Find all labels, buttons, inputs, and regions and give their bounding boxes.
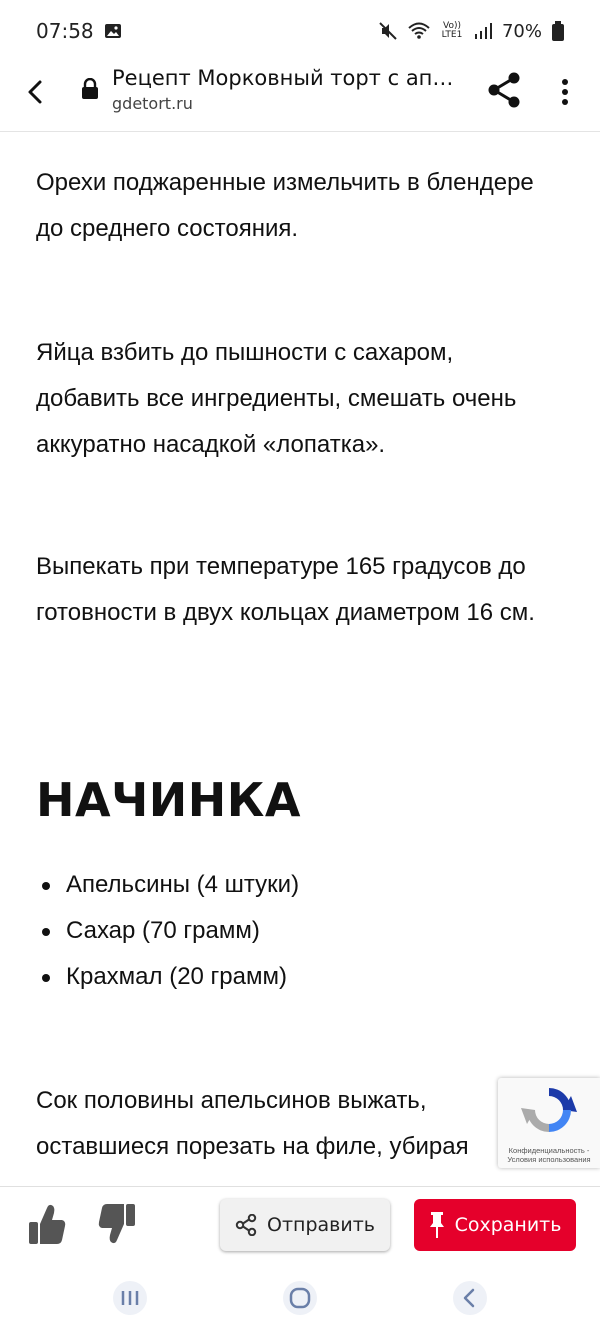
recaptcha-badge[interactable]: Конфиденциальность - Условия использован… (498, 1078, 600, 1168)
header-share-button[interactable] (486, 70, 522, 110)
wifi-icon (408, 22, 430, 40)
paragraph-eggs: Яйца взбить до пышности с сахаром, добав… (36, 339, 517, 458)
browser-header: Рецепт Морковный торт с апел... gdetort.… (0, 62, 600, 132)
ingredients-list: Апельсины (4 штуки) Сахар (70 грамм) Кра… (36, 862, 299, 1000)
status-bar: 07:58 Vo)) LTE1 70% (0, 0, 600, 62)
status-left: 07:58 (36, 19, 122, 43)
battery-percent: 70% (501, 20, 542, 42)
back-button[interactable] (20, 74, 50, 110)
back-icon (453, 1281, 487, 1315)
mute-icon (378, 21, 398, 41)
home-button[interactable] (280, 1280, 320, 1316)
thumbs-down-icon (98, 1204, 135, 1244)
share-icon (488, 72, 520, 108)
lock-icon (80, 77, 100, 104)
thumbs-up-icon (29, 1204, 66, 1244)
save-button-label: Сохранить (454, 1214, 562, 1236)
share-icon (235, 1214, 257, 1236)
recaptcha-icon (521, 1088, 577, 1132)
more-vertical-icon (562, 79, 568, 105)
volte-icon: Vo)) LTE1 (441, 21, 463, 40)
paragraph-line: оставшиеся порезать на филе, убирая (36, 1133, 469, 1160)
signal-icon (474, 23, 492, 39)
recents-button[interactable] (110, 1280, 150, 1316)
more-options-button[interactable] (555, 72, 575, 112)
dislike-button[interactable] (94, 1199, 140, 1249)
battery-icon (552, 21, 564, 41)
recents-icon (113, 1281, 147, 1315)
system-back-button[interactable] (450, 1280, 490, 1316)
status-right: Vo)) LTE1 70% (378, 21, 564, 42)
gallery-icon (104, 22, 122, 40)
header-titles[interactable]: Рецепт Морковный торт с апел... gdetort.… (112, 66, 472, 113)
paragraph-nuts: Орехи поджаренные измельчить в блендере … (36, 169, 534, 242)
page-title: Рецепт Морковный торт с апел... (112, 66, 457, 90)
section-heading: НАЧИНКА (36, 773, 301, 827)
recaptcha-text: Конфиденциальность - Условия использован… (507, 1146, 591, 1164)
send-button[interactable]: Отправить (220, 1199, 390, 1251)
paragraph-juice: Сок половины апельсинов выжать, оставшие… (36, 1078, 576, 1170)
paragraph-line: Сок половины апельсинов выжать, (36, 1087, 427, 1114)
list-item: Сахар (70 грамм) (36, 908, 299, 954)
list-item: Апельсины (4 штуки) (36, 862, 299, 908)
pin-icon (429, 1212, 444, 1238)
back-arrow-icon (28, 80, 42, 104)
list-item: Крахмал (20 грамм) (36, 954, 299, 1000)
home-icon (283, 1281, 317, 1315)
action-bar: Отправить Сохранить (0, 1186, 600, 1267)
send-button-label: Отправить (267, 1214, 375, 1236)
page-url: gdetort.ru (112, 94, 193, 113)
navigation-bar (0, 1266, 600, 1332)
like-button[interactable] (24, 1199, 70, 1249)
save-button[interactable]: Сохранить (414, 1199, 576, 1251)
status-time: 07:58 (36, 19, 94, 43)
paragraph-baking: Выпекать при температуре 165 градусов до… (36, 553, 535, 626)
